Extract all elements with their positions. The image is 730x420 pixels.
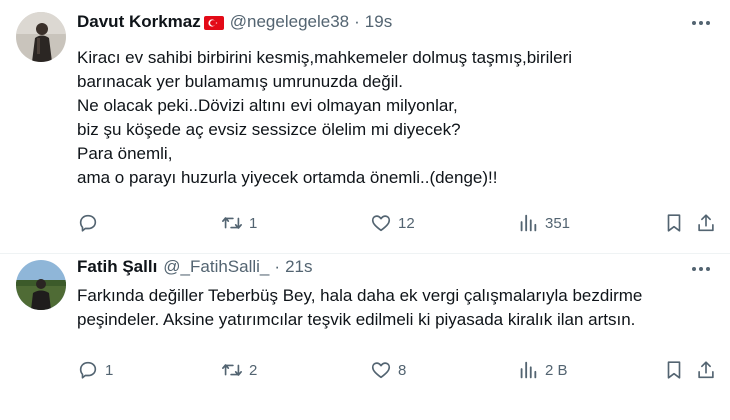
views-count: 351 bbox=[545, 214, 571, 232]
timestamp[interactable]: 19s bbox=[365, 12, 392, 32]
display-name[interactable]: Davut Korkmaz bbox=[77, 12, 201, 32]
tweet-text-line: Para önemli, bbox=[77, 144, 173, 163]
more-icon[interactable] bbox=[690, 12, 712, 39]
tweet-text-line: Ne olacak peki..Dövizi altını evi olmaya… bbox=[77, 96, 458, 115]
share-icon bbox=[698, 361, 714, 379]
like-icon bbox=[371, 362, 391, 379]
tweet-text-line: Kiracı ev sahibi birbirini kesmiş,mahkem… bbox=[77, 48, 573, 67]
tweet-2[interactable]: Fatih Şallı @_FatihSalli_ · 21s Farkında… bbox=[0, 253, 730, 420]
reply-icon bbox=[79, 361, 97, 379]
tweet-header: Fatih Şallı @_FatihSalli_ · 21s bbox=[77, 255, 312, 279]
display-name[interactable]: Fatih Şallı bbox=[77, 257, 157, 277]
separator-dot: · bbox=[274, 257, 281, 276]
reply-button[interactable] bbox=[77, 210, 105, 236]
retweet-icon bbox=[222, 217, 242, 229]
retweet-button[interactable]: 1 bbox=[221, 210, 257, 236]
share-button[interactable] bbox=[695, 357, 717, 383]
retweet-button[interactable]: 2 bbox=[221, 357, 257, 383]
views-count: 2 B bbox=[545, 361, 568, 379]
like-count: 12 bbox=[398, 214, 415, 232]
retweet-icon bbox=[222, 364, 242, 376]
share-button[interactable] bbox=[695, 210, 717, 236]
views-icon bbox=[520, 214, 537, 232]
tweet-actions: 1 2 8 2 B bbox=[77, 357, 716, 383]
tweet-text: Farkında değiller Teberbüş Bey, hala dah… bbox=[77, 284, 710, 332]
bookmark-button[interactable] bbox=[663, 357, 685, 383]
like-count: 8 bbox=[398, 361, 407, 379]
bookmark-icon bbox=[667, 214, 681, 232]
like-button[interactable]: 12 bbox=[370, 210, 415, 236]
tweet-text-line: Farkında değiller Teberbüş Bey, hala dah… bbox=[77, 286, 643, 305]
user-handle[interactable]: @negelegele38 bbox=[230, 12, 349, 32]
views-icon bbox=[520, 361, 537, 379]
timestamp[interactable]: 21s bbox=[285, 257, 312, 277]
retweet-count: 1 bbox=[249, 214, 258, 232]
tweet-text: Kiracı ev sahibi birbirini kesmiş,mahkem… bbox=[77, 46, 710, 190]
tweet-header: Davut Korkmaz @negelegele38 · 19s bbox=[77, 10, 392, 34]
like-icon bbox=[371, 215, 391, 232]
bookmark-button[interactable] bbox=[663, 210, 685, 236]
tweet-text-line: biz şu köşede aç evsiz sessizce ölelim m… bbox=[77, 120, 461, 139]
tweet-actions: 1 12 351 bbox=[77, 210, 716, 236]
user-handle[interactable]: @_FatihSalli_ bbox=[163, 257, 269, 277]
avatar[interactable] bbox=[16, 12, 66, 62]
retweet-count: 2 bbox=[249, 361, 258, 379]
turkey-flag-icon bbox=[203, 15, 224, 30]
views-button[interactable]: 351 bbox=[517, 210, 570, 236]
bookmark-icon bbox=[667, 361, 681, 379]
reply-count: 1 bbox=[105, 361, 114, 379]
tweet-text-line: peşindeler. Aksine yatırımcılar teşvik e… bbox=[77, 310, 636, 329]
tweet-text-line: ama o parayı huzurla yiyecek ortamda öne… bbox=[77, 168, 498, 187]
avatar[interactable] bbox=[16, 260, 66, 310]
views-button[interactable]: 2 B bbox=[517, 357, 568, 383]
tweet-text-line: barınacak yer bulamamış umrunuzda değil. bbox=[77, 72, 403, 91]
separator-dot: · bbox=[354, 12, 360, 31]
reply-button[interactable]: 1 bbox=[77, 357, 113, 383]
like-button[interactable]: 8 bbox=[370, 357, 406, 383]
more-icon[interactable] bbox=[690, 258, 712, 285]
share-icon bbox=[698, 214, 714, 232]
reply-icon bbox=[79, 214, 97, 232]
tweet-1[interactable]: Davut Korkmaz @negelegele38 · 19s Kiracı… bbox=[0, 0, 730, 253]
